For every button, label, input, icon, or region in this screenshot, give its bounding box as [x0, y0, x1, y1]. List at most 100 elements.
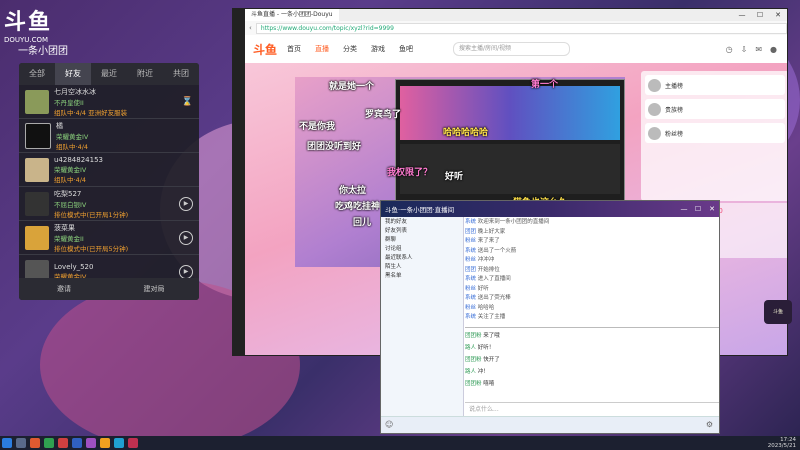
friend-row[interactable]: 七月空冰水冰 不丹皇使II 组队中·4/4 亚洲好友服装 ⌛	[19, 85, 199, 119]
divider	[465, 327, 719, 328]
list-item: 系统 送出了荧光棒	[465, 293, 715, 303]
logo-mark: 斗鱼	[4, 10, 53, 35]
tab-all[interactable]: 全部	[19, 63, 55, 85]
address-bar: ‹ https://www.douyu.com/topic/xyzl?rid=9…	[245, 21, 787, 36]
msg-text: 快开了	[483, 357, 500, 363]
maximize-icon[interactable]: ☐	[751, 11, 769, 19]
settings-icon[interactable]: ⚙	[706, 420, 713, 429]
tab-recent[interactable]: 最近	[91, 63, 127, 85]
list-item: 系统 关注了主播	[465, 312, 715, 322]
download-icon[interactable]: ⇩	[741, 45, 748, 54]
list-item[interactable]: 粉丝榜	[645, 123, 785, 143]
app-icon[interactable]	[30, 438, 40, 448]
douyu-logo: 斗鱼 DOUYU.COM	[4, 4, 64, 44]
app-icon[interactable]	[86, 438, 96, 448]
contact-group[interactable]: 黑名单	[381, 271, 463, 280]
msg-text: 冲！	[477, 369, 489, 375]
close-icon[interactable]: ✕	[769, 11, 787, 19]
app-icon[interactable]	[128, 438, 138, 448]
taskbar-clock[interactable]: 17:24 2023/5/21	[768, 437, 796, 449]
nav-live[interactable]: 直播	[315, 44, 329, 54]
douyu-header: 斗鱼 首页 直播 分类 游戏 鱼吧 搜索主播/房间/视频 ◷ ⇩ ✉ ●	[245, 35, 787, 64]
minimize-icon[interactable]: —	[677, 205, 691, 213]
window-controls: — ☐ ✕	[733, 11, 787, 19]
browser-tab[interactable]: 斗鱼直播 - 一条小团团-Douyu	[245, 9, 339, 21]
url-field[interactable]: https://www.douyu.com/topic/xyzl?rid=999…	[255, 22, 787, 34]
app-icon[interactable]	[44, 438, 54, 448]
contact-group[interactable]: 好友列表	[381, 226, 463, 235]
avatar	[648, 126, 661, 140]
friend-name: Lovely_520	[54, 262, 94, 271]
chat-input[interactable]: 说点什么...	[465, 402, 719, 417]
friend-status: 组队中·4/4 亚洲好友服装	[54, 108, 128, 117]
list-item[interactable]: 贵族榜	[645, 99, 785, 119]
friend-row[interactable]: 橘荣耀黄金IV 组队中·4/4	[19, 119, 199, 153]
minimize-icon[interactable]: —	[733, 11, 751, 19]
friend-name: 吃梨527	[54, 189, 82, 198]
contact-group[interactable]: 陌生人	[381, 262, 463, 271]
contact-group[interactable]: 我的好友	[381, 217, 463, 226]
msg-text: 来了来了	[477, 238, 500, 244]
history-icon[interactable]: ◷	[726, 45, 733, 54]
msg-author: 粉丝	[465, 238, 477, 244]
msg-author: 路人	[465, 369, 477, 375]
invite-button[interactable]: 邀请	[19, 278, 109, 300]
msg-author: 粉丝	[465, 285, 477, 292]
tab-nearby[interactable]: 附近	[127, 63, 163, 85]
friend-status: 组队中·4/4	[54, 175, 87, 184]
danmu-text: 哈哈哈哈哈	[443, 128, 489, 138]
friend-row[interactable]: u4284824153 荣耀黄金IV 组队中·4/4	[19, 153, 199, 187]
site-logo[interactable]: 斗鱼	[253, 41, 277, 58]
back-icon[interactable]: ‹	[249, 24, 252, 32]
friend-name: u4284824153	[54, 155, 103, 164]
list-item: 团团 晚上好大家	[465, 227, 715, 237]
list-item-label: 粉丝榜	[665, 130, 684, 138]
chat-toolbar: ☺ ⚙	[381, 416, 719, 433]
start-icon[interactable]	[2, 438, 12, 448]
tab-friends[interactable]: 好友	[55, 63, 91, 85]
friend-status: 排位模式中(已开局5分钟)	[54, 244, 129, 253]
friend-row[interactable]: 吃梨527 不屈白银IV 排位模式中(已开局1分钟) ▶	[19, 187, 199, 221]
msg-author: 系统	[465, 219, 477, 225]
contact-group[interactable]: 最近联系人	[381, 253, 463, 262]
search-icon[interactable]	[16, 438, 26, 448]
create-match-button[interactable]: 建对局	[109, 278, 199, 300]
tab-group[interactable]: 共团	[163, 63, 199, 85]
danmu-text: 吃鸡吃挂神	[335, 202, 381, 212]
search-input[interactable]: 搜索主播/房间/视频	[453, 42, 571, 56]
msg-text: 送出了一个火箭	[477, 247, 517, 254]
friends-panel: 全部 好友 最近 附近 共团 七月空冰水冰 不丹皇使II 组队中·4/4 亚洲好友服…	[19, 63, 199, 300]
msg-text: 冲冲冲	[477, 257, 495, 263]
message-icon[interactable]: ✉	[755, 45, 762, 54]
contact-group[interactable]: 群聊	[381, 235, 463, 244]
app-icon[interactable]	[100, 438, 110, 448]
nav-category[interactable]: 分类	[343, 44, 357, 54]
list-item[interactable]: 主播榜	[645, 75, 785, 95]
nav-fishbar[interactable]: 鱼吧	[399, 44, 413, 54]
emoji-icon[interactable]: ☺	[385, 420, 393, 429]
app-icon[interactable]	[114, 438, 124, 448]
play-icon[interactable]: ▶	[179, 230, 193, 245]
avatar-icon[interactable]: ●	[770, 45, 777, 54]
msg-text: 晚上好大家	[477, 228, 506, 235]
app-icon[interactable]	[58, 438, 68, 448]
play-icon[interactable]: ▶	[179, 196, 193, 211]
app-icon[interactable]	[72, 438, 82, 448]
nav-home[interactable]: 首页	[287, 44, 301, 54]
window-controls: — ☐ ✕	[677, 205, 719, 213]
msg-author: 粉丝	[465, 257, 477, 263]
nav-game[interactable]: 游戏	[371, 44, 385, 54]
close-icon[interactable]: ✕	[705, 205, 719, 213]
douyu-sticker: 斗鱼	[764, 300, 792, 324]
friend-rank: 荣耀黄金IV	[54, 165, 87, 174]
maximize-icon[interactable]: ☐	[691, 205, 705, 213]
play-icon[interactable]: ▶	[179, 264, 193, 279]
list-item: 粉丝 来了来了	[465, 236, 715, 246]
danmu-text: 你太拉	[339, 186, 367, 196]
contact-group[interactable]: 讨论组	[381, 244, 463, 253]
msg-author: 粉丝	[465, 304, 477, 311]
friend-row[interactable]: 菠菜果 荣耀黄金II 排位模式中(已开局5分钟) ▶	[19, 221, 199, 255]
danmu-text: 不是你我	[299, 122, 336, 132]
browser-titlebar: 斗鱼直播 - 一条小团团-Douyu — ☐ ✕	[245, 9, 787, 21]
danmu-text: 第一个	[531, 80, 559, 90]
